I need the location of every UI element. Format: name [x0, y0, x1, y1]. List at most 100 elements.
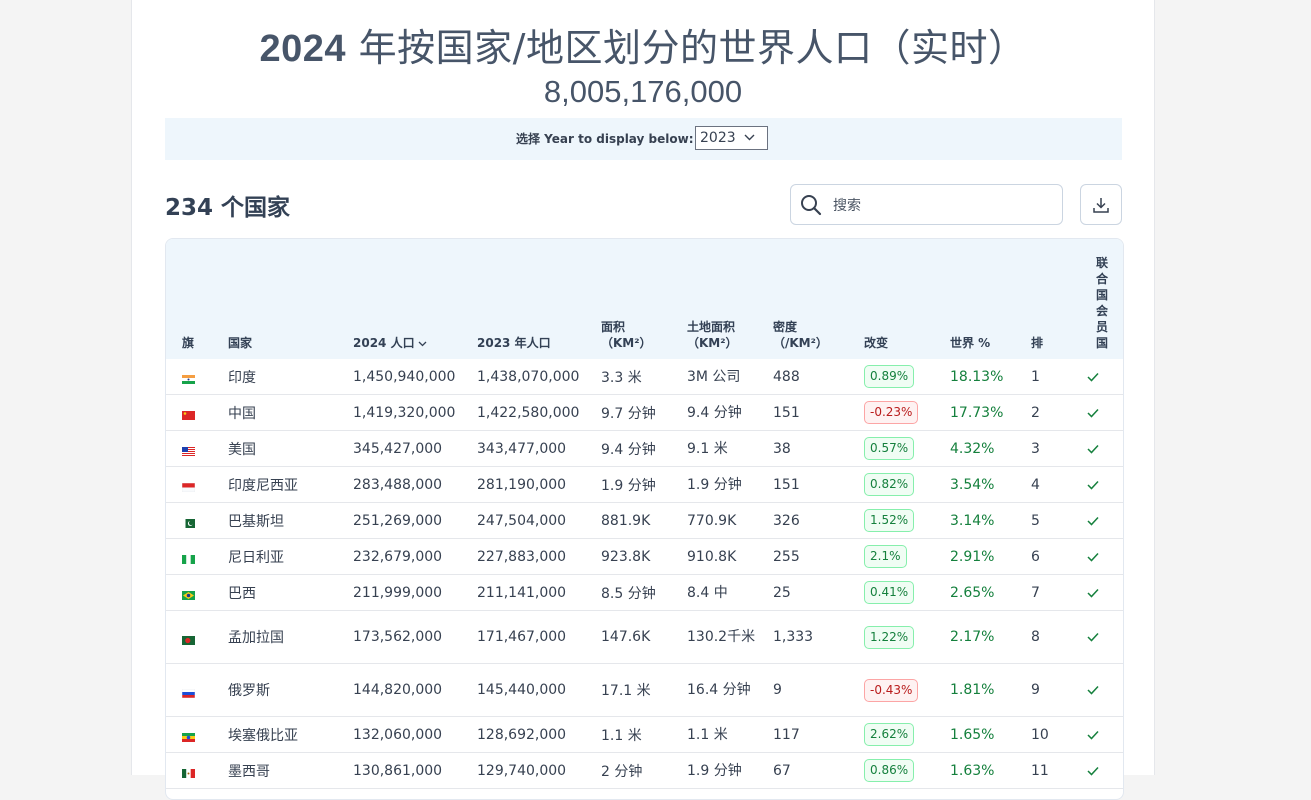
- search-input[interactable]: [831, 194, 1055, 218]
- rank: 9: [1031, 663, 1081, 717]
- land-area: 910.8K: [687, 538, 773, 575]
- column-header-world-pct[interactable]: 世界 %: [950, 239, 1031, 359]
- area: 1.9 分钟: [601, 466, 687, 503]
- column-header-land-area[interactable]: 土地面积 （KM²）: [687, 239, 773, 359]
- population-2023: 247,504,000: [477, 502, 601, 539]
- country-name[interactable]: 墨西哥: [228, 752, 353, 789]
- population-2024: 130,861,000: [353, 752, 477, 789]
- page-title-text: 年按国家/地区划分的世界人口（实时）: [346, 26, 1027, 70]
- table-row[interactable]: 墨西哥 130,861,000 129,740,000 2 分钟 1.9 分钟 67 0.8…: [166, 752, 1123, 789]
- population-2024: 211,999,000: [353, 574, 477, 611]
- column-header-change[interactable]: 改变: [864, 239, 950, 359]
- table-row[interactable]: 印度尼西亚 283,488,000 281,190,000 1.9 分钟 1.9 分钟 1…: [166, 466, 1123, 503]
- world-share: 2.17%: [950, 610, 1031, 664]
- land-area: 9.4 分钟: [687, 394, 773, 431]
- column-header-country[interactable]: 国家: [228, 239, 353, 359]
- country-name[interactable]: 印度: [228, 359, 353, 395]
- search-icon: [801, 195, 822, 216]
- country-flag-icon: [182, 372, 195, 384]
- area: 9.4 分钟: [601, 430, 687, 467]
- table-row[interactable]: 孟加拉国 173,562,000 171,467,000 147.6K 130.2千米 1…: [166, 610, 1123, 664]
- density: 255: [773, 538, 864, 575]
- area: 147.6K: [601, 610, 687, 664]
- table-header-row: 旗 国家 2024 人口 2023 年人口 面积 （KM²） 土地面积 （KM²） …: [166, 239, 1123, 359]
- table-row[interactable]: 埃塞俄比亚 132,060,000 128,692,000 1.1 米 1.1 米 117…: [166, 716, 1123, 753]
- land-area: 1.1 米: [687, 716, 773, 753]
- country-name[interactable]: 孟加拉国: [228, 610, 353, 664]
- rank: 4: [1031, 466, 1081, 503]
- density: 9: [773, 663, 864, 717]
- density: 1,333: [773, 610, 864, 664]
- country-name[interactable]: 埃塞俄比亚: [228, 716, 353, 753]
- check-icon: [1087, 552, 1099, 562]
- country-name[interactable]: 尼日利亚: [228, 538, 353, 575]
- change-badge: 2.1%: [864, 545, 907, 568]
- page-container: 2024 年按国家/地区划分的世界人口（实时） 8,005,176,000 选择…: [131, 0, 1155, 800]
- table-row[interactable]: 巴基斯坦 251,269,000 247,504,000 881.9K 770.9K 32…: [166, 502, 1123, 539]
- check-icon: [1087, 516, 1099, 526]
- table-row[interactable]: 印度 1,450,940,000 1,438,070,000 3.3 米 3M 公司 48…: [166, 359, 1123, 395]
- rank: 5: [1031, 502, 1081, 539]
- table-row[interactable]: 中国 1,419,320,000 1,422,580,000 9.7 分钟 9.4 分钟…: [166, 394, 1123, 431]
- population-2024: 283,488,000: [353, 466, 477, 503]
- download-button[interactable]: [1080, 184, 1122, 225]
- country-count-title: 234 个国家: [165, 195, 291, 221]
- check-icon: [1087, 766, 1099, 776]
- density: 326: [773, 502, 864, 539]
- world-share: 1.65%: [950, 716, 1031, 753]
- population-table: 旗 国家 2024 人口 2023 年人口 面积 （KM²） 土地面积 （KM²） …: [165, 238, 1124, 800]
- population-2023: 343,477,000: [477, 430, 601, 467]
- population-2024: 232,679,000: [353, 538, 477, 575]
- land-area: 9.1 米: [687, 430, 773, 467]
- rank: 1: [1031, 359, 1081, 395]
- column-header-area[interactable]: 面积 （KM²）: [601, 239, 687, 359]
- area: 1.1 米: [601, 716, 687, 753]
- population-2023: 211,141,000: [477, 574, 601, 611]
- rank: 11: [1031, 752, 1081, 789]
- population-2024: 173,562,000: [353, 610, 477, 664]
- world-share: 18.13%: [950, 359, 1031, 395]
- population-2024: 144,820,000: [353, 663, 477, 717]
- rank: 3: [1031, 430, 1081, 467]
- column-header-density[interactable]: 密度 （/KM²）: [773, 239, 864, 359]
- land-area: 3M 公司: [687, 359, 773, 395]
- table-row[interactable]: 巴西 211,999,000 211,141,000 8.5 分钟 8.4 中 25 0.4…: [166, 574, 1123, 611]
- world-share: 1.81%: [950, 663, 1031, 717]
- land-area: 16.4 分钟: [687, 663, 773, 717]
- search-box[interactable]: [790, 184, 1063, 225]
- year-selector-bar: 选择 Year to display below: 2023: [165, 118, 1122, 160]
- country-flag-icon: [182, 408, 195, 420]
- population-2024: 345,427,000: [353, 430, 477, 467]
- population-2023: 171,467,000: [477, 610, 601, 664]
- country-name[interactable]: 巴西: [228, 574, 353, 611]
- land-area: 1.9 分钟: [687, 466, 773, 503]
- check-icon: [1087, 408, 1099, 418]
- country-name[interactable]: 美国: [228, 430, 353, 467]
- country-name[interactable]: 中国: [228, 394, 353, 431]
- area: 3.3 米: [601, 359, 687, 395]
- page-title: 2024 年按国家/地区划分的世界人口（实时）: [132, 22, 1154, 75]
- column-header-pop2023[interactable]: 2023 年人口: [477, 239, 601, 359]
- rank: 6: [1031, 538, 1081, 575]
- table-row[interactable]: 尼日利亚 232,679,000 227,883,000 923.8K 910.8K 25…: [166, 538, 1123, 575]
- page-title-year: 2024: [259, 28, 347, 70]
- country-name[interactable]: 印度尼西亚: [228, 466, 353, 503]
- country-flag-icon: [182, 552, 195, 564]
- country-flag-icon: [182, 444, 195, 456]
- country-flag-icon: [182, 766, 195, 778]
- country-name[interactable]: 巴基斯坦: [228, 502, 353, 539]
- change-badge: 2.62%: [864, 723, 915, 746]
- check-icon: [1087, 372, 1099, 382]
- check-icon: [1087, 480, 1099, 490]
- column-header-pop2024-label: 2024 人口: [353, 336, 415, 350]
- year-select[interactable]: 2023: [695, 126, 768, 150]
- column-header-pop2024[interactable]: 2024 人口: [353, 239, 477, 359]
- column-header-un-member[interactable]: 联合国会员国: [1081, 239, 1123, 359]
- population-2024: 1,450,940,000: [353, 359, 477, 395]
- table-row[interactable]: 俄罗斯 144,820,000 145,440,000 17.1 米 16.4 分钟 9-…: [166, 663, 1123, 717]
- land-area: 8.4 中: [687, 574, 773, 611]
- table-row[interactable]: 美国 345,427,000 343,477,000 9.4 分钟 9.1 米 38 0.5…: [166, 430, 1123, 467]
- area: 9.7 分钟: [601, 394, 687, 431]
- column-header-rank[interactable]: 排: [1031, 239, 1081, 359]
- country-name[interactable]: 俄罗斯: [228, 663, 353, 717]
